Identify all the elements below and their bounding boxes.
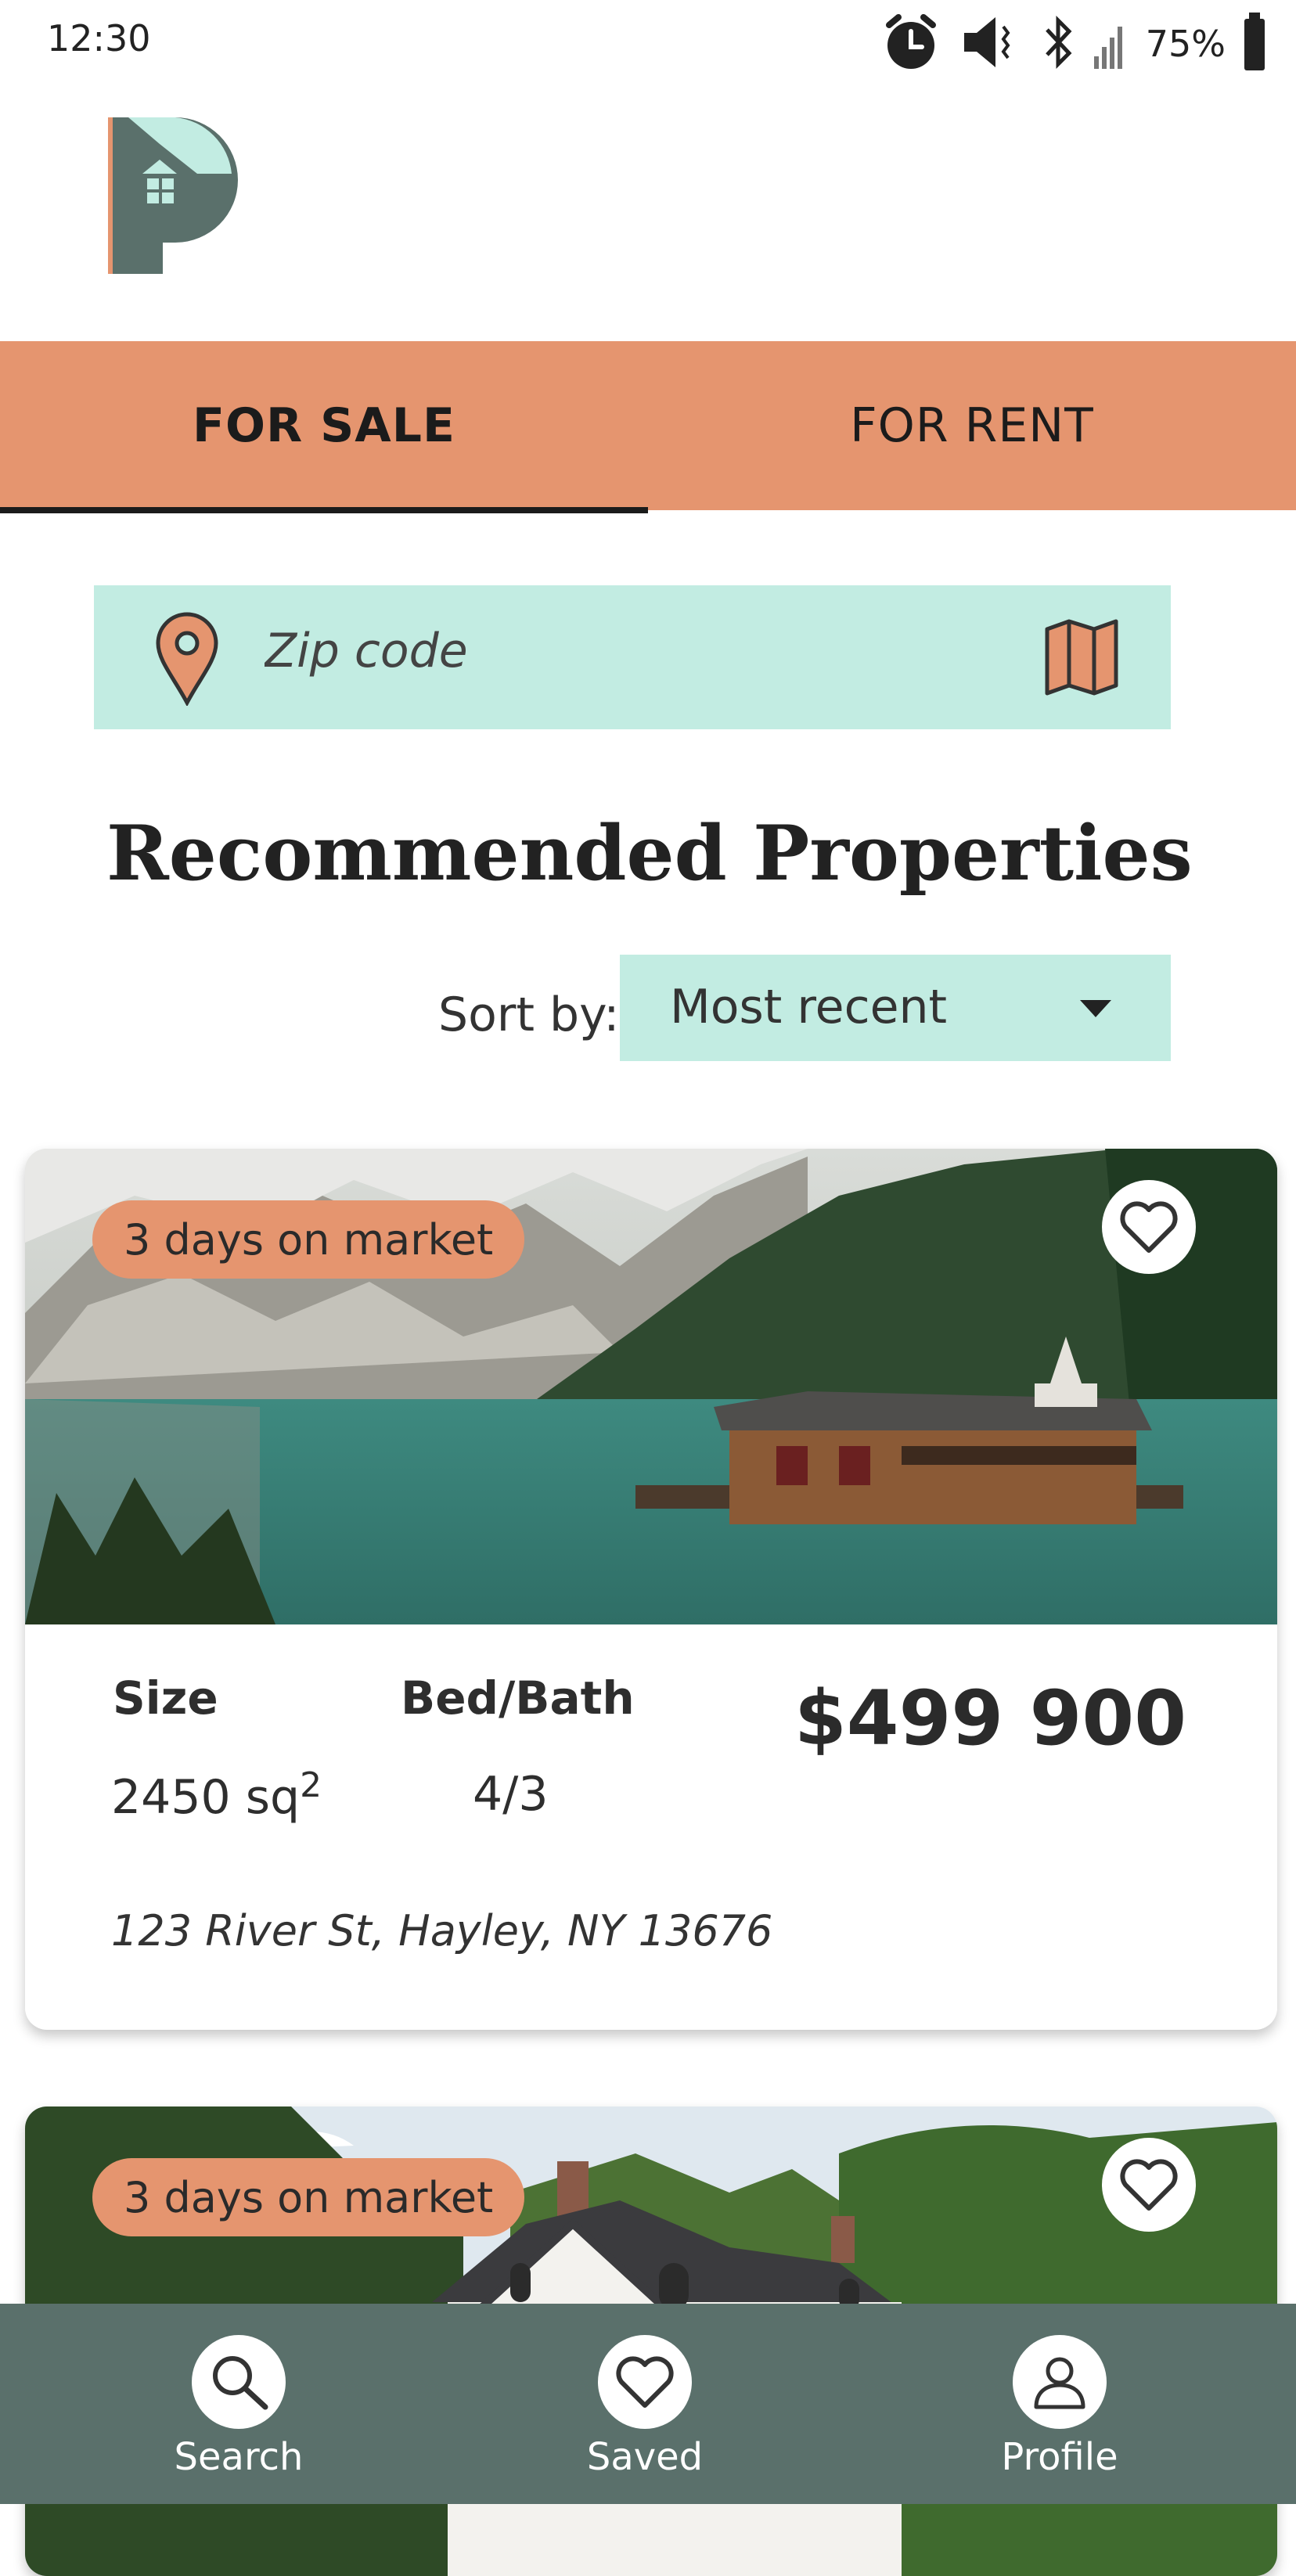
alarm-icon (878, 9, 944, 78)
tab-for-sale[interactable]: FOR SALE (0, 341, 648, 513)
battery-icon (1241, 9, 1268, 78)
status-icons: 75% (878, 11, 1268, 77)
address: 123 River St, Hayley, NY 13676 (111, 1906, 773, 1955)
nav-profile[interactable]: Profile (981, 2335, 1138, 2491)
status-time: 12:30 (47, 17, 151, 59)
map-icon[interactable] (1042, 618, 1121, 696)
nav-saved-label: Saved (586, 2435, 704, 2479)
zip-search-bar (94, 585, 1171, 729)
size-superscript: 2 (300, 1765, 322, 1805)
signal-icon (1091, 9, 1130, 78)
nav-profile-label: Profile (1001, 2435, 1118, 2479)
listing-type-tabs: FOR SALE FOR RENT (0, 341, 1296, 513)
size-value: 2450 sq2 (111, 1765, 322, 1825)
nav-search-circle (192, 2335, 286, 2429)
property-photo: 3 days on market (25, 1149, 1277, 1624)
nav-search[interactable]: Search (160, 2335, 317, 2491)
bed-bath-value: 4/3 (473, 1767, 549, 1822)
location-pin-icon (152, 609, 222, 709)
zip-code-input[interactable] (263, 623, 970, 679)
size-number: 2450 sq (111, 1770, 301, 1825)
heart-icon (1120, 1201, 1178, 1253)
favorite-button[interactable] (1102, 2138, 1196, 2232)
sort-label: Sort by: (438, 988, 620, 1042)
size-label: Size (113, 1671, 218, 1725)
nav-profile-circle (1013, 2335, 1107, 2429)
days-on-market-badge: 3 days on market (92, 2158, 525, 2236)
heart-icon (1120, 2159, 1178, 2211)
volume-icon (959, 9, 1025, 78)
section-title: Recommended Properties (106, 809, 1193, 898)
bed-bath-label: Bed/Bath (401, 1671, 635, 1725)
sort-dropdown[interactable]: Most recent (620, 955, 1171, 1061)
profile-icon (1034, 2357, 1085, 2409)
sort-value: Most recent (670, 980, 948, 1034)
search-icon (213, 2356, 268, 2410)
property-card[interactable]: 3 days on market Size 2450 sq2 Bed/Bath … (25, 1149, 1277, 2030)
heart-icon (616, 2356, 674, 2408)
nav-search-label: Search (174, 2435, 304, 2479)
status-bar: 12:30 75% (0, 0, 1296, 86)
days-on-market-badge: 3 days on market (92, 1200, 525, 1279)
chevron-down-icon (1080, 1000, 1111, 1017)
nav-saved-circle (598, 2335, 692, 2429)
battery-percent: 75% (1145, 23, 1226, 65)
price: $499 900 (794, 1675, 1186, 1762)
bottom-nav: Search Saved Profile (0, 2304, 1296, 2504)
bluetooth-icon (1041, 9, 1075, 78)
nav-saved[interactable]: Saved (567, 2335, 723, 2491)
favorite-button[interactable] (1102, 1180, 1196, 1274)
app-logo (105, 114, 238, 279)
tab-for-rent[interactable]: FOR RENT (648, 341, 1296, 510)
